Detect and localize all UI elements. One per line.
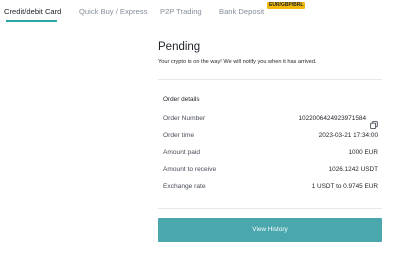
exchange-rate-value: 1 USDT to 0.9745 EUR (311, 183, 378, 190)
status-message: Your crypto is on the way! We will notif… (158, 59, 317, 65)
exchange-rate-label: Exchange rate (163, 183, 206, 190)
order-time-value: 2023-03-21 17:34:00 (318, 132, 378, 139)
order-time-label: Order time (163, 132, 195, 139)
tab-credit-debit-card[interactable]: Credit/debit Card (4, 7, 61, 16)
amount-paid-label: Amount paid (163, 149, 201, 156)
tab-bank-deposit[interactable]: Bank Deposit (219, 7, 264, 16)
bank-deposit-currency-badge: EUR/GBP/BRL (267, 2, 306, 9)
divider (158, 208, 382, 209)
tab-quick-buy-express[interactable]: Quick Buy / Express (79, 7, 147, 16)
amount-to-receive-label: Amount to receive (163, 166, 217, 173)
tab-p2p-trading[interactable]: P2P Trading (160, 7, 202, 16)
view-history-button[interactable]: View History (158, 218, 382, 242)
status-title: Pending (158, 41, 201, 53)
order-number-value: 1022006424923971584 (298, 115, 366, 122)
amount-to-receive-value: 1026.1242 USDT (328, 166, 378, 173)
order-details-header: Order details (163, 96, 200, 103)
copy-icon[interactable] (370, 116, 378, 129)
active-tab-underline (6, 20, 57, 22)
order-details-card: Order details Order Number 1022006424923… (158, 79, 382, 209)
payment-method-tabs: Credit/debit Card Quick Buy / Express P2… (0, 0, 401, 26)
order-number-label: Order Number (163, 115, 206, 122)
amount-paid-value: 1000 EUR (348, 149, 379, 156)
